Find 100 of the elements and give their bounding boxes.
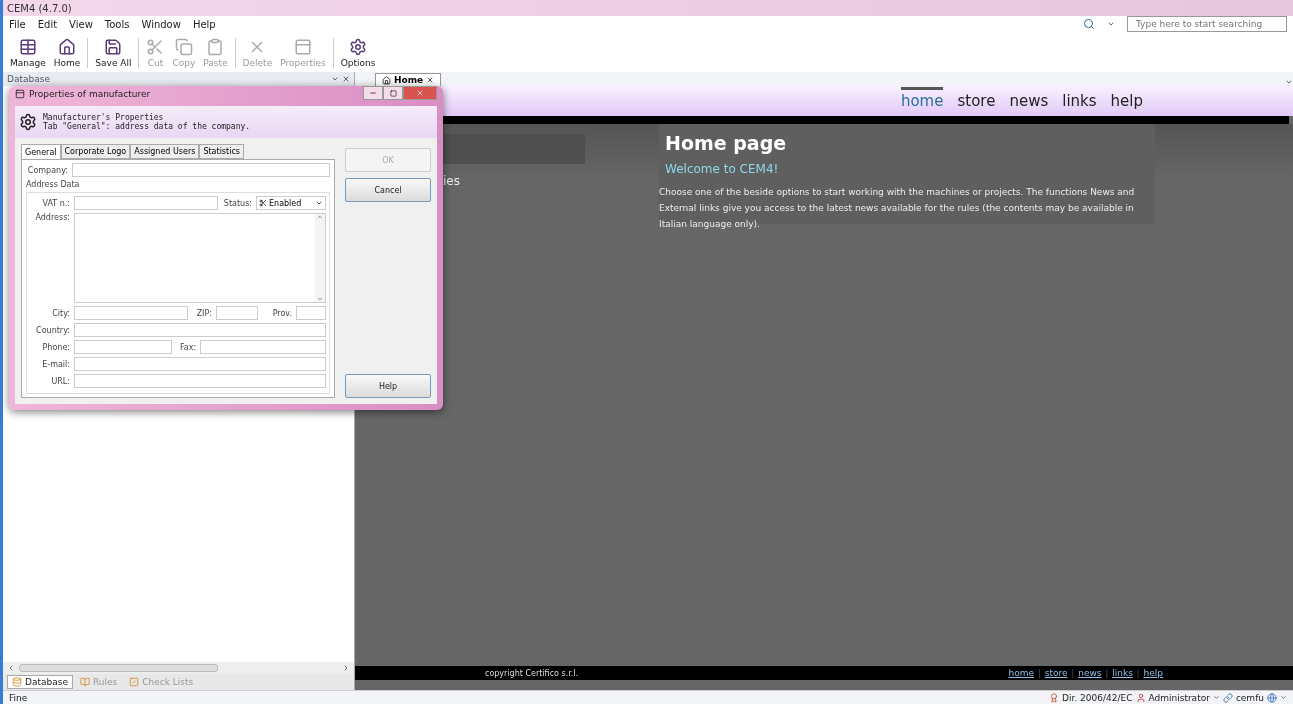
input-field[interactable] — [74, 374, 326, 388]
copy-icon — [174, 38, 193, 56]
nav-link[interactable]: help — [1110, 87, 1143, 110]
link-separator: | — [1105, 668, 1109, 678]
panel-tab[interactable]: Database — [7, 675, 73, 689]
directive-text: Dir. 2006/42/EC — [1062, 692, 1133, 703]
caret-icon[interactable] — [1280, 694, 1287, 701]
menu-text: ies — [443, 174, 461, 188]
field-label: City: — [51, 308, 70, 318]
header-title: Manufacturer's Properties — [43, 113, 164, 122]
link-icon — [1222, 692, 1233, 703]
maximize-button[interactable] — [383, 86, 403, 100]
close-icon[interactable] — [342, 75, 350, 83]
address-field[interactable] — [74, 213, 326, 303]
field-label: Company: — [26, 165, 68, 175]
field-label: Country: — [35, 325, 70, 335]
search-field[interactable]: Type here to start searching — [1127, 16, 1287, 32]
minimize-button[interactable] — [363, 86, 383, 100]
input-field[interactable] — [74, 323, 326, 337]
search-icon[interactable] — [1083, 18, 1095, 30]
input-field[interactable] — [200, 340, 326, 354]
field-label: E-mail: — [41, 359, 70, 369]
toolbar-button[interactable]: Options — [337, 38, 379, 68]
status-text: Fine — [9, 692, 28, 703]
link-separator: | — [1071, 668, 1075, 678]
nav-link[interactable]: home — [900, 87, 944, 110]
input-field[interactable] — [74, 196, 218, 210]
user-name: Administrator — [1148, 692, 1210, 703]
field-label: VAT n.: — [41, 198, 70, 208]
menu-item[interactable]: View — [69, 18, 93, 30]
caret-icon[interactable] — [1107, 20, 1115, 28]
clipboard-icon — [206, 38, 225, 56]
footer-link[interactable]: links — [1112, 668, 1133, 678]
book-icon — [79, 677, 90, 687]
menu-item[interactable]: Help — [192, 18, 216, 30]
connection-name: cemfu — [1235, 692, 1264, 703]
table-icon — [18, 38, 37, 56]
badge-icon — [1049, 692, 1060, 703]
database-icon — [12, 677, 22, 687]
footer-link[interactable]: store — [1044, 668, 1068, 678]
dialog-tab[interactable]: General — [21, 144, 61, 159]
dialog-button[interactable]: Cancel — [345, 178, 431, 202]
checkbox-icon — [129, 677, 140, 687]
footer-link[interactable]: help — [1143, 668, 1163, 678]
nav-link[interactable]: news — [1009, 87, 1049, 110]
dialog-tab[interactable]: Statistics — [199, 144, 244, 159]
nav-link[interactable]: links — [1062, 87, 1097, 110]
header-subtitle: Tab "General": address data of the company. — [43, 122, 251, 131]
toolbar-button[interactable]: Save All — [92, 38, 135, 68]
menu-item[interactable]: Window — [141, 18, 181, 30]
scissors-icon — [146, 38, 165, 56]
field-label: Status: — [222, 198, 252, 208]
settings-icon — [349, 38, 367, 56]
field-label: Fax: — [178, 342, 197, 352]
page-heading: Home page — [665, 132, 788, 154]
status-dropdown[interactable]: Enabled — [256, 196, 326, 210]
nav-link[interactable]: store — [957, 87, 996, 110]
close-icon[interactable] — [426, 76, 435, 84]
house-icon — [382, 75, 391, 85]
footer-link[interactable]: news — [1078, 668, 1102, 678]
document-tab[interactable]: Home — [375, 73, 442, 86]
close-icon — [416, 89, 424, 97]
dialog-tab[interactable]: Corporate Logo — [60, 144, 131, 159]
input-field[interactable] — [72, 163, 330, 177]
copyright-text: copyright Certifico s.r.l. — [485, 668, 579, 678]
maximize-icon — [389, 89, 397, 97]
input-field[interactable] — [74, 306, 188, 320]
input-field[interactable] — [74, 357, 326, 371]
field-label: Prov. — [271, 308, 292, 318]
input-field[interactable] — [74, 340, 173, 354]
dialog-tab[interactable]: Assigned Users — [130, 144, 200, 159]
caret-icon[interactable] — [331, 75, 339, 83]
dialog-title: Properties of manufacturer — [29, 89, 151, 99]
link-separator: | — [1136, 668, 1140, 678]
menu-item[interactable]: Edit — [37, 18, 58, 30]
field-label: URL: — [50, 376, 70, 386]
caret-icon[interactable] — [1212, 694, 1220, 701]
input-field[interactable] — [296, 306, 326, 320]
field-label: Address: — [34, 213, 70, 222]
input-field[interactable] — [216, 306, 258, 320]
toolbar-button[interactable]: Home — [50, 38, 84, 68]
caret-icon[interactable] — [1285, 78, 1293, 86]
panel-title: Database — [7, 74, 50, 84]
link-separator: | — [1038, 668, 1041, 678]
globe-icon[interactable] — [1267, 692, 1277, 703]
scrollbar[interactable] — [3, 662, 354, 674]
user-icon — [1135, 692, 1146, 703]
caret-icon — [315, 199, 323, 207]
menu-item[interactable]: Tools — [104, 18, 130, 30]
save-icon — [104, 38, 123, 56]
minimize-icon — [369, 89, 377, 97]
welcome-text: Welcome to CEM4! — [665, 162, 780, 176]
group-label: Address Data — [26, 180, 81, 189]
menu-item[interactable]: File — [9, 18, 26, 30]
toolbar-button[interactable]: Manage — [7, 38, 49, 68]
scroll-thumb[interactable] — [19, 664, 218, 672]
footer-link[interactable]: home — [1008, 668, 1035, 678]
field-label: ZIP: — [195, 308, 212, 318]
field-label: Phone: — [41, 342, 70, 352]
dialog-button[interactable]: Help — [345, 374, 431, 398]
